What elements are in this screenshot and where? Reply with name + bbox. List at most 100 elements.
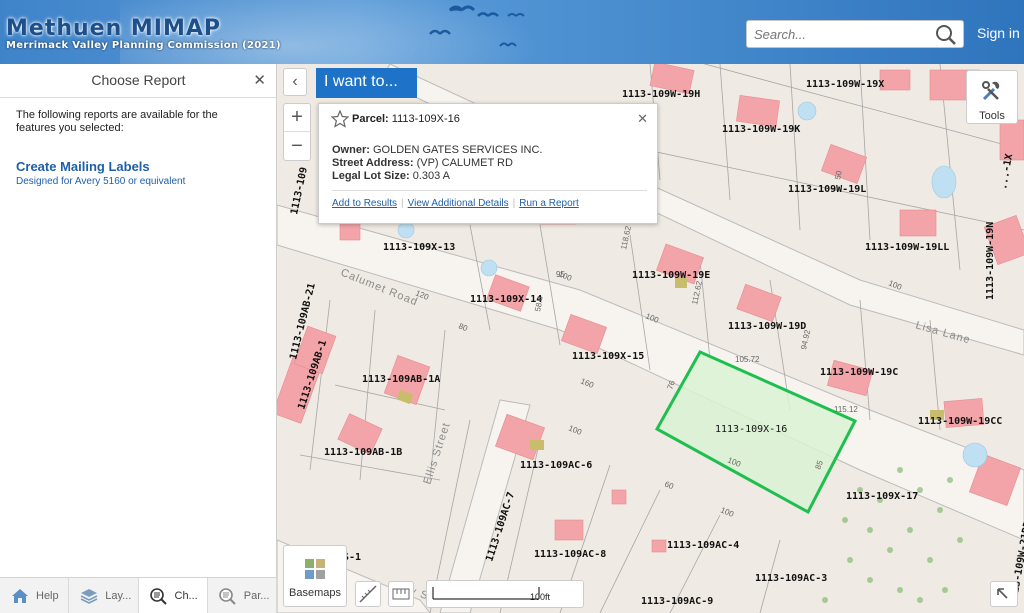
search-icon[interactable]	[935, 24, 957, 46]
zoom-control: + −	[283, 103, 311, 161]
search-input[interactable]	[754, 21, 934, 47]
choose-report-panel: Choose Report ✕ The following reports ar…	[0, 64, 277, 613]
popup-parcel-id: 1113-109X-16	[391, 113, 460, 125]
scale-bar: 100ft	[426, 580, 584, 608]
popup-title-label: Parcel:	[352, 113, 389, 125]
parcel-label: 1113-109W-19E	[632, 270, 710, 281]
lot-size-value: 0.303 A	[412, 170, 451, 182]
collapse-panel-button[interactable]: ‹	[283, 68, 307, 96]
dimension-label: 60	[663, 480, 675, 492]
address-row: Street Address: (VP) CALUMET RD	[332, 157, 513, 169]
tools-icon	[982, 81, 1000, 101]
panel-title: Choose Report	[91, 72, 186, 88]
owner-row: Owner: GOLDEN GATES SERVICES INC.	[332, 144, 543, 156]
parcel-label: 1113-109W-19C	[820, 367, 898, 378]
tab-label: Ch...	[174, 589, 198, 602]
app-subtitle: Merrimack Valley Planning Commission (20…	[6, 40, 281, 51]
report-search-icon	[149, 587, 167, 605]
tab-label: Lay...	[105, 589, 132, 602]
dimension-label: 118.62	[619, 225, 633, 251]
close-icon[interactable]: ✕	[253, 71, 266, 89]
zoom-in-button[interactable]: +	[284, 104, 310, 132]
birds-decoration-icon	[429, 5, 525, 47]
tab-layers[interactable]: Lay...	[69, 578, 139, 613]
panel-tabs: Help Lay... Ch... Par...	[0, 577, 277, 613]
parcel-label: 1113-109W-19N	[985, 222, 996, 300]
popup-details: Owner: GOLDEN GATES SERVICES INC. Street…	[332, 144, 543, 183]
parcel-label: 1113-109W-19D	[728, 321, 806, 332]
parcel-label: 1113-109AB-1B	[324, 447, 402, 458]
dimension-label: 115.12	[834, 405, 858, 414]
owner-value: GOLDEN GATES SERVICES INC.	[372, 144, 543, 156]
layers-icon	[80, 588, 98, 604]
dimension-label: 100	[567, 424, 583, 438]
report-subtitle: Designed for Avery 5160 or equivalent	[16, 176, 186, 187]
popup-title: Parcel: 1113-109X-16	[352, 113, 460, 125]
parcel-label: 1113-109X-15	[572, 351, 644, 362]
create-mailing-labels-link[interactable]: Create Mailing Labels	[16, 159, 260, 174]
parcel-search-icon	[218, 587, 236, 605]
dimension-label: 80	[457, 322, 469, 334]
chevron-left-icon: ‹	[292, 73, 298, 90]
address-value: (VP) CALUMET RD	[416, 157, 513, 169]
scale-ruler-icon	[392, 588, 410, 600]
tab-label: Par...	[243, 589, 270, 602]
home-icon	[12, 588, 28, 603]
search-box[interactable]	[746, 20, 964, 48]
lot-size-row: Legal Lot Size: 0.303 A	[332, 170, 451, 182]
parcel-label: 1113-109X-14	[470, 294, 542, 305]
parcel-label: 1113-109AB-1A	[362, 374, 440, 385]
parcel-label: 1113-109W-19K	[722, 124, 800, 135]
tab-label: Help	[36, 589, 59, 602]
tab-help[interactable]: Help	[0, 578, 70, 613]
tools-button[interactable]: Tools	[966, 70, 1018, 124]
expand-arrow-icon	[997, 588, 1008, 599]
street-label-ellis: Ellis Street	[421, 421, 452, 486]
basemap-thumbnail-icon	[305, 559, 325, 579]
scale-label: 100ft	[530, 592, 551, 602]
basemaps-button[interactable]: Basemaps	[283, 545, 347, 607]
parcel-popup: Parcel: 1113-109X-16 ✕ Owner: GOLDEN GAT…	[318, 103, 658, 224]
parcel-label: 1113-109AC-4	[667, 540, 739, 551]
measure-button[interactable]	[355, 581, 381, 607]
parcel-label: 1113-109W-19X	[806, 79, 884, 90]
sign-in-link[interactable]: Sign in	[977, 25, 1020, 41]
view-additional-details-link[interactable]: View Additional Details	[408, 198, 509, 209]
basemaps-label: Basemaps	[289, 587, 341, 599]
parcel-label: 1113-109W-19L	[788, 184, 866, 195]
parcel-label: 1113-109AC-6	[520, 460, 592, 471]
dimension-label: 95	[556, 270, 565, 279]
panel-description: The following reports are available for …	[16, 109, 218, 134]
parcel-label: 1113-109X-17	[846, 491, 918, 502]
star-icon[interactable]	[331, 110, 349, 128]
parcel-label: 1113-109W-19H	[622, 89, 700, 100]
selected-parcel-label: 1113-109X-16	[715, 424, 787, 435]
parcel-label: 1113-109AC-8	[534, 549, 606, 560]
parcel-label: 1113-109X-13	[383, 242, 455, 253]
tools-label: Tools	[979, 110, 1005, 122]
expand-map-button[interactable]	[990, 581, 1018, 607]
measure-icon	[359, 585, 377, 603]
panel-header: Choose Report ✕	[0, 64, 276, 98]
app-header: Methuen MIMAP Merrimack Valley Planning …	[0, 0, 1024, 64]
app-title: Methuen MIMAP	[6, 16, 222, 41]
dimension-label: 160	[579, 377, 595, 391]
parcel-label: 1113-109	[289, 166, 310, 215]
run-a-report-link[interactable]: Run a Report	[519, 198, 578, 209]
dimension-label: 105.72	[735, 355, 760, 364]
parcel-label: 1113-109W-19CC	[918, 416, 1002, 427]
zoom-out-button[interactable]: −	[284, 132, 310, 160]
dimension-label: 100	[719, 506, 735, 520]
i-want-to-button[interactable]: I want to...	[316, 68, 417, 98]
popup-links: Add to Results | View Additional Details | R…	[332, 198, 579, 209]
tab-parcel-search[interactable]: Par...	[208, 578, 277, 613]
parcel-label: 1113-109AC-3	[755, 573, 827, 584]
parcel-label: 1113-109AC-9	[641, 596, 713, 607]
close-icon[interactable]: ✕	[637, 111, 648, 127]
calumet-road	[277, 204, 1024, 541]
scale-toggle-button[interactable]	[388, 581, 414, 607]
parcel-label: 1113-109W-19LL	[865, 242, 949, 253]
popup-divider	[332, 190, 647, 191]
add-to-results-link[interactable]: Add to Results	[332, 198, 397, 209]
tab-choose-report[interactable]: Ch...	[138, 578, 208, 613]
